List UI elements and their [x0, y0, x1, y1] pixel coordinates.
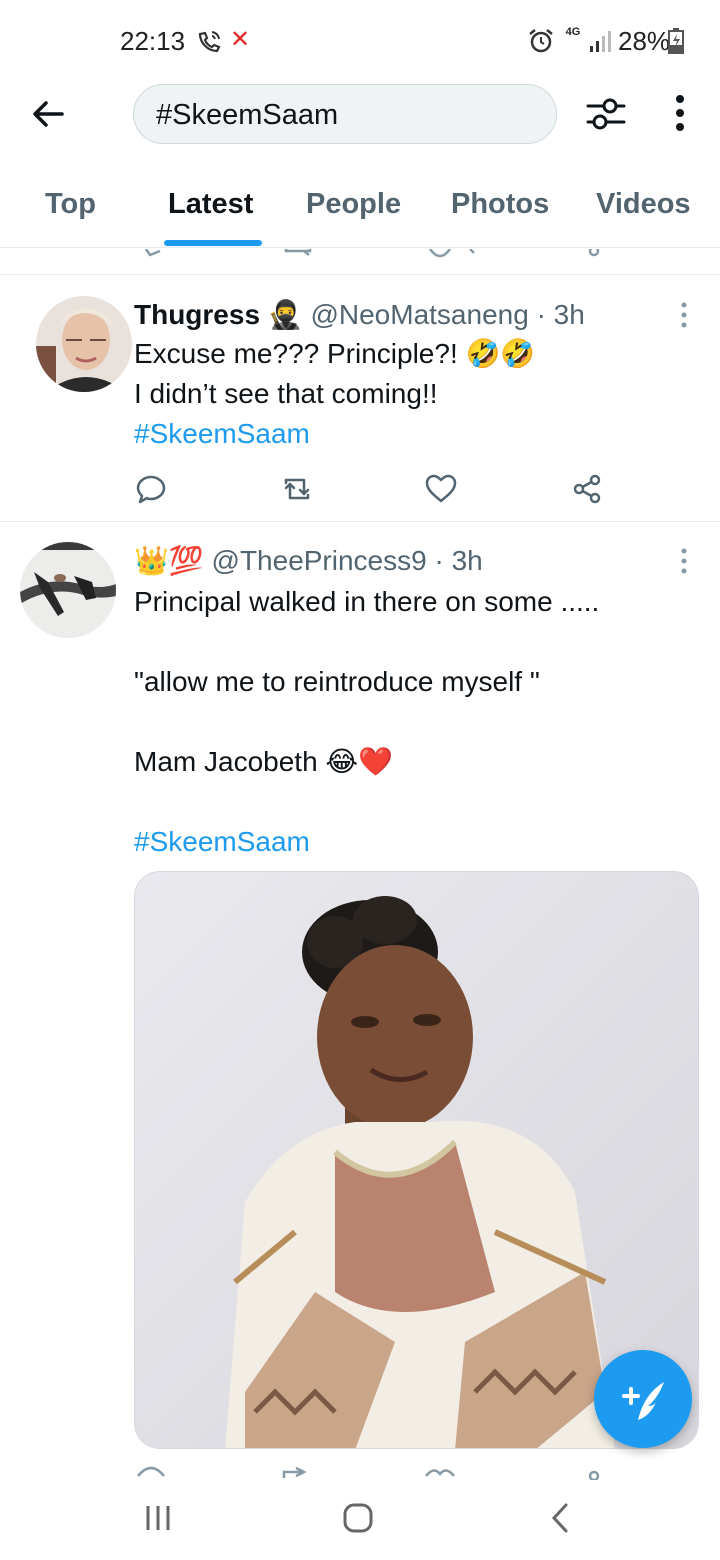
tweet-item[interactable]: Thugress 🥷 @NeoMatsaneng · 3h Excuse me?… — [0, 276, 720, 521]
tweet-text: Principal walked in there on some ..... … — [134, 582, 599, 862]
battery-percent: 28% — [618, 26, 671, 56]
battery-charging-icon — [668, 28, 684, 54]
back-arrow-icon[interactable] — [28, 94, 68, 134]
tweet-line: Mam Jacobeth 😂❤️ — [134, 746, 393, 777]
compose-tweet-button[interactable] — [594, 1350, 692, 1448]
network-type: 4G — [565, 26, 581, 38]
tweet-line: Excuse me??? Principle?! 🤣🤣 — [134, 338, 536, 369]
hashtag-link[interactable]: #SkeemSaam — [134, 822, 599, 862]
tab-latest[interactable]: Latest — [168, 188, 253, 221]
recent-apps-icon[interactable] — [144, 1504, 172, 1532]
status-bar: 22:13 ✕ 4G 28% — [0, 0, 720, 80]
more-options-icon[interactable] — [668, 92, 692, 136]
tab-photos[interactable]: Photos — [451, 188, 549, 221]
system-navigation-bar — [0, 1480, 720, 1560]
user-handle[interactable]: @NeoMatsaneng — [310, 299, 528, 330]
tweet-time: · 3h — [434, 545, 483, 576]
alarm-icon — [529, 29, 553, 53]
share-icon[interactable] — [570, 472, 604, 506]
missed-call-icon: ✕ — [230, 26, 251, 53]
reply-icon[interactable] — [134, 472, 168, 506]
avatar[interactable] — [36, 296, 132, 392]
name-emoji: 🥷 — [267, 299, 303, 330]
previous-tweet-actions — [0, 249, 720, 275]
user-handle[interactable]: @TheePrincess9 — [212, 545, 427, 576]
tweet-text: Excuse me??? Principle?! 🤣🤣 I didn’t see… — [134, 334, 535, 454]
display-name[interactable]: Thugress — [134, 299, 260, 330]
search-filter-icon[interactable] — [584, 92, 628, 136]
tweet-more-icon[interactable] — [676, 300, 692, 330]
hashtag-link[interactable]: #SkeemSaam — [134, 414, 535, 454]
tweet-more-icon[interactable] — [676, 546, 692, 576]
tab-videos[interactable]: Videos — [596, 188, 691, 221]
search-query: #SkeemSaam — [156, 99, 339, 131]
tweet-header: 👑💯 @TheePrincess9 · 3h — [134, 544, 483, 577]
name-emoji[interactable]: 👑💯 — [134, 545, 204, 576]
tab-top[interactable]: Top — [45, 188, 96, 221]
like-icon[interactable] — [424, 472, 458, 506]
system-back-icon[interactable] — [548, 1502, 572, 1534]
status-time: 22:13 — [120, 26, 186, 56]
search-tabs: Top Latest People Photos Videos — [0, 170, 720, 248]
tweet-actions-partial — [0, 1464, 720, 1480]
tweet-line: "allow me to reintroduce myself " — [134, 666, 540, 697]
avatar[interactable] — [20, 542, 116, 638]
compose-feather-icon — [622, 1382, 664, 1420]
tweet-time: · 3h — [536, 299, 585, 330]
active-tab-indicator — [164, 240, 262, 246]
tweet-line: I didn’t see that coming!! — [134, 378, 438, 409]
tab-people[interactable]: People — [306, 188, 401, 221]
tweet-header: Thugress 🥷 @NeoMatsaneng · 3h — [134, 298, 585, 331]
search-input[interactable]: #SkeemSaam — [133, 84, 557, 144]
tweet-line: Principal walked in there on some ..... — [134, 586, 600, 617]
wifi-call-icon — [198, 31, 221, 53]
home-icon[interactable] — [342, 1502, 374, 1534]
signal-icon — [590, 31, 611, 52]
retweet-icon[interactable] — [280, 472, 314, 506]
